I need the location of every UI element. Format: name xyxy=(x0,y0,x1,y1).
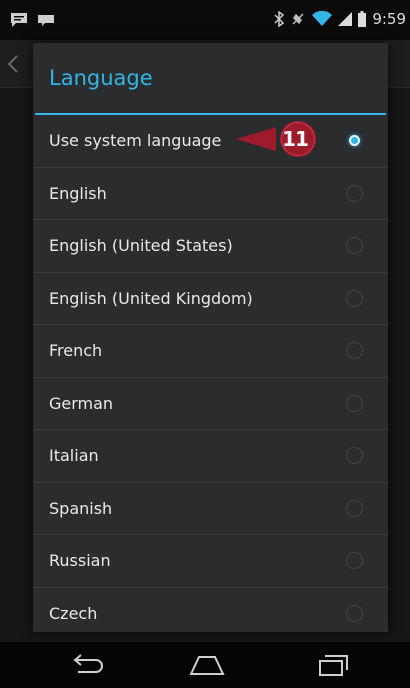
bluetooth-icon xyxy=(274,11,285,27)
battery-icon xyxy=(358,11,367,27)
option-english-uk[interactable]: English (United Kingdom) xyxy=(33,273,388,325)
radio-button[interactable] xyxy=(346,184,363,202)
option-english-us[interactable]: English (United States) xyxy=(33,220,388,273)
home-icon[interactable] xyxy=(187,652,227,678)
radio-button[interactable] xyxy=(346,552,363,570)
radio-button-selected[interactable] xyxy=(346,132,363,149)
status-time: 9:59 xyxy=(372,10,406,28)
step-number: 11 xyxy=(282,127,309,151)
radio-button[interactable] xyxy=(346,447,363,465)
option-label: Spanish xyxy=(49,498,113,518)
language-dialog: Language Use system language English Eng… xyxy=(33,43,388,632)
option-label: French xyxy=(49,341,103,361)
option-label: German xyxy=(49,393,114,413)
chevron-left-icon[interactable] xyxy=(6,54,20,74)
option-russian[interactable]: Russian xyxy=(33,535,388,588)
option-label: English (United States) xyxy=(49,236,233,256)
cell-signal-icon xyxy=(338,12,353,26)
option-label: Czech xyxy=(49,604,98,624)
mute-icon xyxy=(292,13,304,25)
radio-button[interactable] xyxy=(346,237,363,255)
option-czech[interactable]: Czech xyxy=(33,588,388,633)
voicemail-icon xyxy=(38,15,54,26)
back-icon[interactable] xyxy=(68,652,108,678)
option-spanish[interactable]: Spanish xyxy=(33,483,388,535)
option-label: Use system language xyxy=(49,131,222,151)
option-label: English (United Kingdom) xyxy=(49,288,253,308)
option-italian[interactable]: Italian xyxy=(33,430,388,483)
status-bar: 9:59 xyxy=(0,0,410,40)
radio-button[interactable] xyxy=(346,499,363,517)
radio-button[interactable] xyxy=(346,394,363,412)
language-options-list: Use system language English English (Uni… xyxy=(33,115,388,632)
radio-button[interactable] xyxy=(346,289,363,307)
option-english[interactable]: English xyxy=(33,168,388,220)
option-label: Russian xyxy=(49,551,111,571)
wifi-icon xyxy=(312,11,333,26)
radio-button[interactable] xyxy=(346,342,363,360)
option-label: English xyxy=(49,183,107,203)
option-french[interactable]: French xyxy=(33,325,388,378)
recent-apps-icon[interactable] xyxy=(312,652,352,678)
option-use-system-language[interactable]: Use system language xyxy=(33,115,388,168)
navigation-bar xyxy=(0,642,410,688)
chat-icon xyxy=(11,13,27,27)
radio-button[interactable] xyxy=(346,605,363,623)
option-german[interactable]: German xyxy=(33,378,388,430)
dialog-title: Language xyxy=(49,66,153,90)
option-label: Italian xyxy=(49,446,99,466)
